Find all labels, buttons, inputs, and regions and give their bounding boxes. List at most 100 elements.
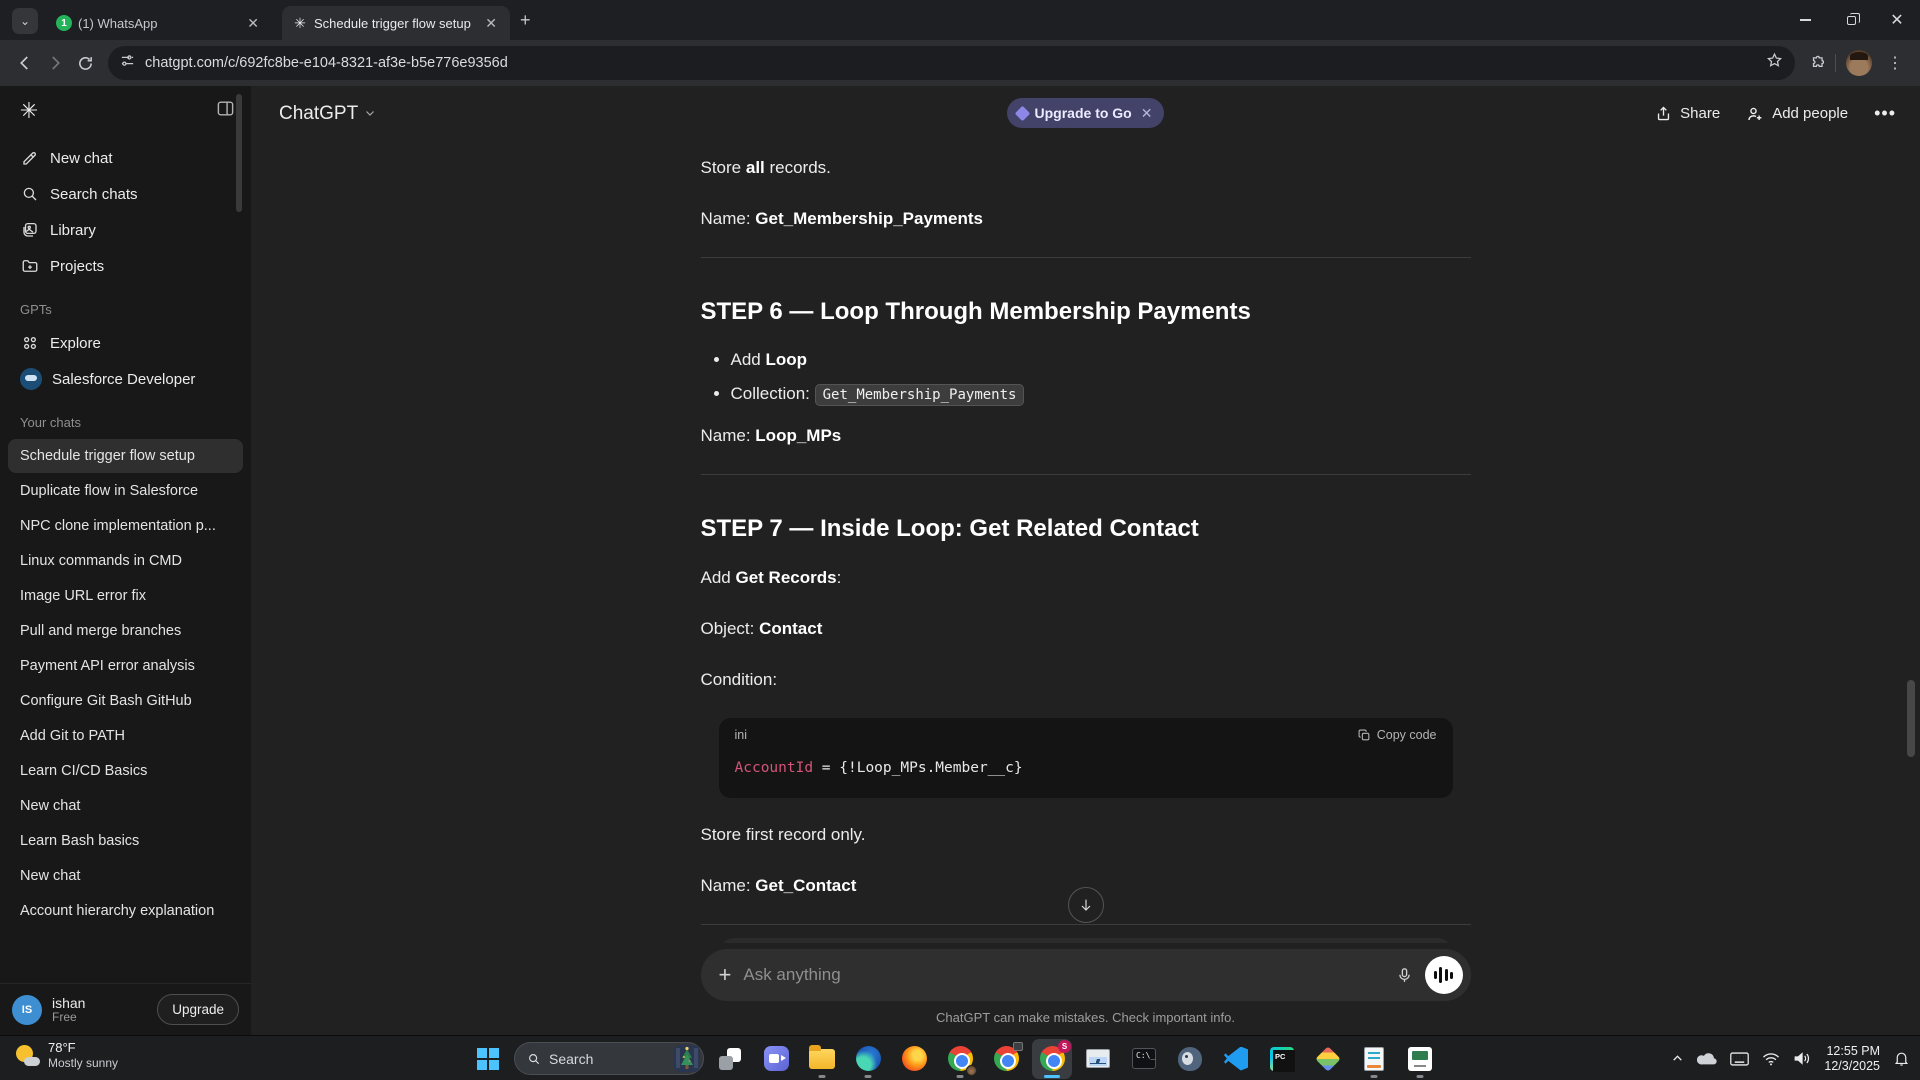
sidebar-item-projects[interactable]: Projects xyxy=(8,248,243,284)
tray-chevron-up-icon[interactable] xyxy=(1671,1052,1684,1065)
url-bar[interactable]: chatgpt.com/c/692fc8be-e104-8321-af3e-b5… xyxy=(108,46,1795,80)
composer[interactable]: + xyxy=(701,949,1471,1001)
postgresql-button[interactable] xyxy=(1170,1039,1210,1079)
vscode-button[interactable] xyxy=(1216,1039,1256,1079)
taskpro-button[interactable] xyxy=(1400,1039,1440,1079)
chat-title: Schedule trigger flow setup xyxy=(20,448,195,464)
wifi-icon[interactable] xyxy=(1762,1052,1780,1066)
terminal-button[interactable]: C:\_ xyxy=(1124,1039,1164,1079)
tab-search-button[interactable]: ⌄ xyxy=(12,8,38,34)
tab-close-icon[interactable]: ✕ xyxy=(244,15,262,32)
diff-tool-button[interactable] xyxy=(1308,1039,1348,1079)
chat-history-item[interactable]: New chat xyxy=(8,789,243,823)
chatgpt-app: ✳ New chat Search chats xyxy=(0,86,1920,1035)
sidebar-item-library[interactable]: Library xyxy=(8,212,243,248)
tab-chatgpt[interactable]: ✳ Schedule trigger flow setup ✕ xyxy=(282,6,510,40)
chat-history-item[interactable]: Duplicate flow in Salesforce xyxy=(8,474,243,508)
performance-monitor-icon xyxy=(1086,1049,1110,1068)
chrome-profile2-button[interactable] xyxy=(986,1039,1026,1079)
holiday-tree-image xyxy=(674,1045,700,1072)
chat-app-button[interactable] xyxy=(756,1039,796,1079)
message-input[interactable] xyxy=(743,965,1395,985)
list-item: Collection: Get_Membership_Payments xyxy=(731,382,1471,407)
sidebar-item-new-chat[interactable]: New chat xyxy=(8,140,243,176)
tab-whatsapp[interactable]: 1 (1) WhatsApp ✕ xyxy=(46,6,272,40)
chat-history-item[interactable]: Learn Bash basics xyxy=(8,824,243,858)
sidebar-scrollbar-thumb[interactable] xyxy=(236,94,242,212)
taskbar-clock[interactable]: 12:55 PM 12/3/2025 xyxy=(1824,1044,1880,1074)
copy-code-button[interactable]: Copy code xyxy=(1358,728,1437,742)
page-scrollbar-thumb[interactable] xyxy=(1907,680,1915,757)
sidebar: ✳ New chat Search chats xyxy=(0,86,251,1035)
browser-menu-icon[interactable]: ⋮ xyxy=(1880,48,1910,78)
sidebar-item-search-chats[interactable]: Search chats xyxy=(8,176,243,212)
performance-monitor-button[interactable] xyxy=(1078,1039,1118,1079)
bookmark-star-icon[interactable] xyxy=(1766,52,1783,74)
clock-time: 12:55 PM xyxy=(1824,1044,1880,1059)
onedrive-cloud-icon[interactable] xyxy=(1697,1052,1717,1066)
chat-title: Payment API error analysis xyxy=(20,658,195,674)
attach-plus-icon[interactable]: + xyxy=(719,962,732,988)
add-people-button[interactable]: Add people xyxy=(1746,105,1848,123)
notepad-button[interactable] xyxy=(1354,1039,1394,1079)
scroll-to-bottom-button[interactable] xyxy=(1068,887,1104,923)
paragraph: Object: Contact xyxy=(701,616,1471,642)
window-close-button[interactable]: ✕ xyxy=(1874,0,1920,40)
chat-history-item[interactable]: Configure Git Bash GitHub xyxy=(8,684,243,718)
search-icon xyxy=(527,1052,541,1066)
site-info-icon[interactable] xyxy=(120,53,135,73)
more-options-icon[interactable]: ••• xyxy=(1874,103,1896,124)
upgrade-button[interactable]: Upgrade xyxy=(157,994,239,1025)
windows-logo-icon xyxy=(477,1048,499,1070)
tab-close-icon[interactable]: ✕ xyxy=(482,15,500,32)
sidebar-item-explore-gpts[interactable]: Explore xyxy=(8,325,243,361)
chat-history-item[interactable]: Add Git to PATH xyxy=(8,719,243,753)
browser-profile-avatar[interactable] xyxy=(1846,50,1872,76)
chat-history-item[interactable]: NPC clone implementation p... xyxy=(8,509,243,543)
window-minimize-button[interactable] xyxy=(1782,0,1828,40)
chat-history-item[interactable]: Account hierarchy explanation xyxy=(8,894,243,928)
sidebar-footer[interactable]: IS ishan Free Upgrade xyxy=(0,983,251,1035)
window-restore-button[interactable] xyxy=(1828,0,1874,40)
taskbar-search-box[interactable]: Search xyxy=(514,1042,704,1075)
share-button[interactable]: Share xyxy=(1655,105,1720,122)
edge-button[interactable] xyxy=(848,1039,888,1079)
divider xyxy=(701,924,1471,925)
file-explorer-button[interactable] xyxy=(802,1039,842,1079)
pycharm-button[interactable] xyxy=(1262,1039,1302,1079)
url-text[interactable]: chatgpt.com/c/692fc8be-e104-8321-af3e-b5… xyxy=(145,55,1766,71)
weather-widget[interactable]: 78°F Mostly sunny xyxy=(14,1040,118,1071)
chat-history-item[interactable]: Learn CI/CD Basics xyxy=(8,754,243,788)
chrome-active-button[interactable]: S xyxy=(1032,1039,1072,1079)
task-view-button[interactable] xyxy=(710,1039,750,1079)
notifications-bell-icon[interactable] xyxy=(1893,1050,1910,1067)
back-icon[interactable] xyxy=(10,48,40,78)
start-button[interactable] xyxy=(468,1039,508,1079)
openai-logo-icon[interactable]: ✳ xyxy=(16,98,42,124)
chat-history-item[interactable]: Linux commands in CMD xyxy=(8,544,243,578)
taskpro-icon xyxy=(1408,1047,1432,1071)
dismiss-upgrade-icon[interactable]: ✕ xyxy=(1141,105,1153,122)
chat-history-item[interactable]: New chat xyxy=(8,859,243,893)
chat-history-item[interactable]: Payment API error analysis xyxy=(8,649,243,683)
chat-history-item[interactable]: Schedule trigger flow setup xyxy=(8,439,243,473)
chat-history-item[interactable]: Image URL error fix xyxy=(8,579,243,613)
volume-icon[interactable] xyxy=(1793,1051,1811,1066)
extensions-icon[interactable] xyxy=(1803,48,1833,78)
sidebar-toggle-icon[interactable] xyxy=(216,99,235,123)
chat-title: Image URL error fix xyxy=(20,588,146,604)
reload-icon[interactable] xyxy=(70,48,100,78)
firefox-button[interactable] xyxy=(894,1039,934,1079)
user-avatar[interactable]: IS xyxy=(12,995,42,1025)
forward-icon[interactable] xyxy=(40,48,70,78)
touch-keyboard-icon[interactable] xyxy=(1730,1052,1749,1066)
new-tab-button[interactable]: + xyxy=(520,10,531,31)
chrome-profile1-button[interactable] xyxy=(940,1039,980,1079)
step7-heading: STEP 7 — Inside Loop: Get Related Contac… xyxy=(701,515,1471,543)
chat-history-item[interactable]: Pull and merge branches xyxy=(8,614,243,648)
sidebar-item-salesforce-developer[interactable]: Salesforce Developer xyxy=(8,361,243,397)
model-switcher[interactable]: ChatGPT xyxy=(279,103,376,125)
upgrade-to-go-pill[interactable]: Upgrade to Go ✕ xyxy=(1007,98,1165,128)
dictate-mic-icon[interactable] xyxy=(1396,967,1413,984)
voice-mode-button[interactable] xyxy=(1425,956,1463,994)
